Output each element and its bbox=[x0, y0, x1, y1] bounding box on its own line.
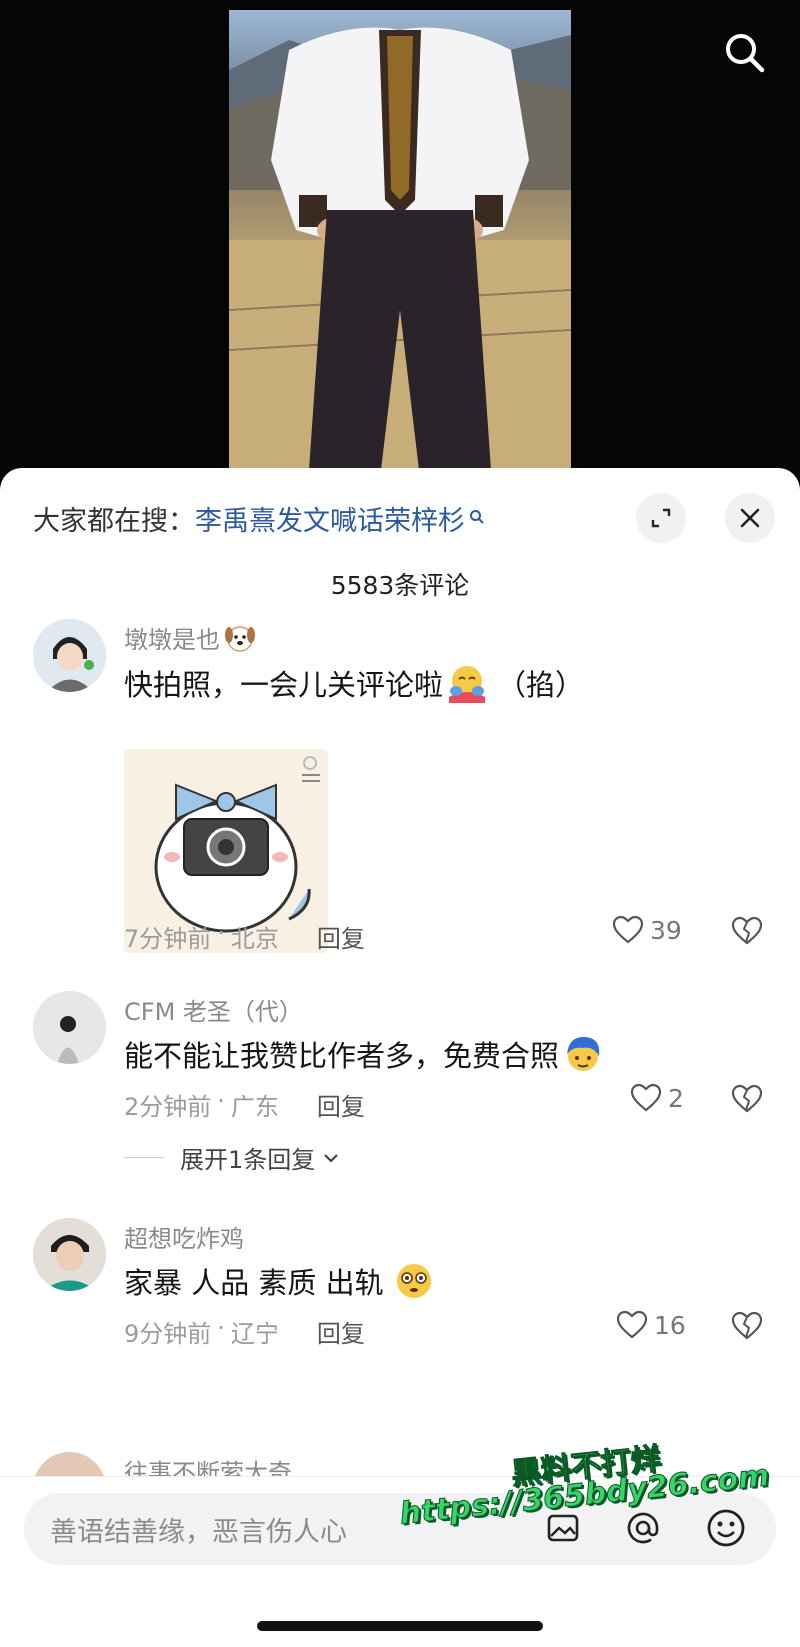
dislike-button[interactable] bbox=[730, 1310, 764, 1346]
small-search-icon bbox=[469, 509, 485, 527]
reply-button[interactable]: 回复 bbox=[317, 919, 365, 954]
comment-time: 7分钟前 bbox=[124, 925, 212, 953]
comment-count: 5583条评论 bbox=[330, 571, 470, 600]
search-button[interactable] bbox=[720, 28, 768, 76]
avatar[interactable] bbox=[33, 619, 106, 692]
dislike-button[interactable] bbox=[730, 1083, 764, 1119]
avatar[interactable] bbox=[33, 1218, 106, 1291]
image-picker-button[interactable] bbox=[540, 1505, 586, 1551]
like-count: 2 bbox=[668, 1083, 684, 1113]
like-button[interactable]: 16 bbox=[616, 1310, 686, 1340]
expand-icon bbox=[651, 508, 671, 528]
comment-text: 能不能让我赞比作者多，免费合照 bbox=[124, 1033, 603, 1075]
heart-icon bbox=[630, 1083, 662, 1112]
heart-icon bbox=[616, 1310, 648, 1339]
meta-separator: · bbox=[217, 919, 225, 947]
divider-line bbox=[124, 1157, 164, 1158]
comment-text-body: 能不能让我赞比作者多，免费合照 bbox=[124, 1039, 560, 1073]
comment-sheet: 大家都在搜： 李禹熹发文喊话荣梓杉 5583条评论 墩墩是也 快拍照，一会儿关评… bbox=[0, 468, 800, 1647]
comment-location: 辽宁 bbox=[230, 1320, 279, 1348]
broken-heart-icon bbox=[731, 1084, 763, 1113]
comment-text: 快拍照，一会儿关评论啦 （掐） bbox=[124, 662, 584, 704]
comment-meta: 9分钟前 · 辽宁 回复 bbox=[124, 1314, 365, 1349]
username-text: 墩墩是也 bbox=[124, 626, 220, 654]
blue-hair-face-emoji-icon bbox=[567, 1036, 600, 1071]
comment-text-body: 家暴 人品 素质 出轨 bbox=[124, 1266, 384, 1300]
close-button[interactable] bbox=[725, 493, 775, 543]
at-sign-icon bbox=[627, 1512, 659, 1544]
like-count: 16 bbox=[654, 1310, 686, 1340]
comment-location: 北京 bbox=[230, 925, 279, 953]
video-player[interactable] bbox=[0, 0, 800, 480]
flushed-face-emoji-icon bbox=[396, 1264, 431, 1298]
dislike-button[interactable] bbox=[730, 915, 764, 951]
comment-location: 广东 bbox=[230, 1093, 279, 1121]
hugging-face-emoji-icon bbox=[449, 666, 486, 703]
expand-replies-label: 展开1条回复 bbox=[180, 1146, 316, 1174]
meta-separator: · bbox=[217, 1087, 225, 1115]
heart-icon bbox=[612, 915, 644, 944]
meta-separator: · bbox=[217, 1314, 225, 1342]
like-button[interactable]: 2 bbox=[630, 1083, 684, 1113]
comment-username[interactable]: CFM 老圣（代） bbox=[124, 992, 303, 1027]
like-count: 39 bbox=[650, 915, 682, 945]
comment-meta: 2分钟前 · 广东 回复 bbox=[124, 1087, 365, 1122]
trending-term-link[interactable]: 李禹熹发文喊话荣梓杉 bbox=[195, 499, 465, 538]
comment-time: 2分钟前 bbox=[124, 1093, 212, 1121]
person-figure bbox=[229, 27, 571, 470]
trending-search[interactable]: 大家都在搜： 李禹熹发文喊话荣梓杉 bbox=[33, 498, 485, 538]
trending-prefix: 大家都在搜： bbox=[33, 505, 195, 537]
comment-input-bar: 善语结善缘，恶言伤人心 bbox=[0, 1476, 800, 1647]
expand-replies-button[interactable]: 展开1条回复 bbox=[124, 1140, 341, 1175]
comment-username[interactable]: 墩墩是也 bbox=[124, 620, 256, 655]
comment-username[interactable]: 超想吃炸鸡 bbox=[124, 1219, 244, 1254]
comment-text-suffix: （掐） bbox=[497, 668, 585, 702]
username-text: 超想吃炸鸡 bbox=[124, 1225, 244, 1253]
home-indicator bbox=[257, 1621, 543, 1631]
mention-button[interactable] bbox=[620, 1505, 666, 1551]
comment-text-body: 快拍照，一会儿关评论啦 bbox=[124, 668, 444, 702]
expand-button[interactable] bbox=[636, 493, 686, 543]
video-frame bbox=[229, 10, 571, 470]
reply-button[interactable]: 回复 bbox=[317, 1314, 365, 1349]
broken-heart-icon bbox=[731, 1311, 763, 1340]
image-icon bbox=[547, 1514, 579, 1542]
dog-face-emoji-icon bbox=[225, 625, 255, 652]
comment-input-placeholder: 善语结善缘，恶言伤人心 bbox=[50, 1516, 347, 1548]
reply-button[interactable]: 回复 bbox=[317, 1087, 365, 1122]
close-icon bbox=[740, 508, 760, 528]
chevron-down-icon bbox=[324, 1153, 339, 1163]
username-text: CFM 老圣（代） bbox=[124, 998, 303, 1026]
comment-text: 家暴 人品 素质 出轨 bbox=[124, 1260, 434, 1302]
search-icon bbox=[726, 34, 765, 73]
comment-meta: 7分钟前 · 北京 回复 bbox=[124, 919, 365, 954]
comment-time: 9分钟前 bbox=[124, 1320, 212, 1348]
broken-heart-icon bbox=[731, 916, 763, 945]
smiley-face-icon bbox=[707, 1509, 745, 1547]
emoji-button[interactable] bbox=[703, 1505, 749, 1551]
like-button[interactable]: 39 bbox=[612, 915, 682, 945]
avatar[interactable] bbox=[33, 991, 106, 1064]
